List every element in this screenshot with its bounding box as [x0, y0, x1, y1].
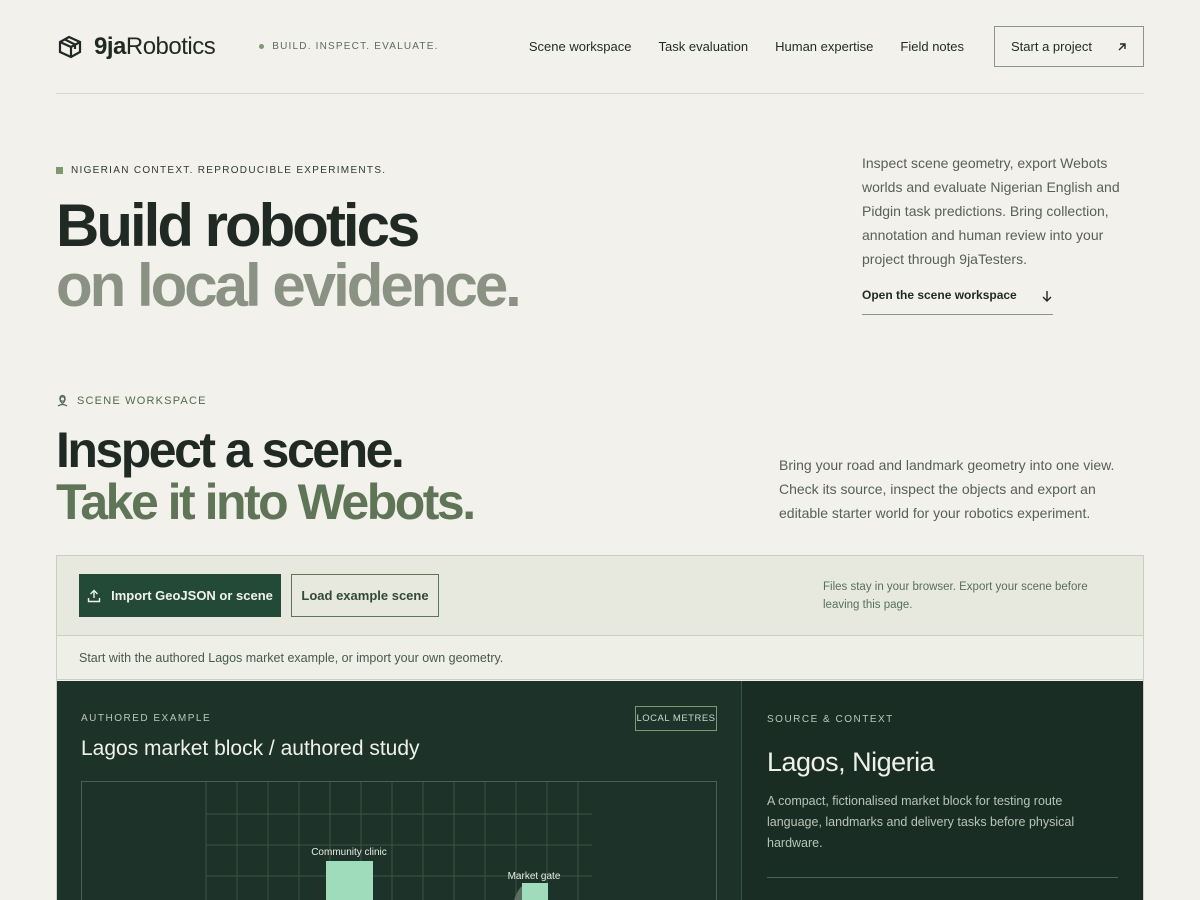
workspace-toolbar: Import GeoJSON or scene Load example sce… — [57, 556, 1143, 636]
workspace-info-bar: Start with the authored Lagos market exa… — [57, 636, 1143, 680]
brand-logo[interactable]: 9jaRobotics — [56, 32, 216, 61]
cube-logo-icon — [58, 35, 82, 58]
tagline-dot-icon — [259, 44, 265, 49]
load-example-scene-button[interactable]: Load example scene — [291, 574, 439, 617]
units-badge: LOCAL METRES — [635, 706, 717, 731]
arrow-down-icon — [1042, 291, 1052, 302]
start-project-button[interactable]: Start a project — [994, 26, 1144, 67]
browser-storage-note: Files stay in your browser. Export your … — [823, 580, 1088, 611]
hero-title: Build robotics on local evidence. — [56, 192, 522, 319]
source-context-panel: SOURCE & CONTEXT Lagos, Nigeria A compac… — [742, 681, 1143, 900]
scene-section-eyebrow: SCENE WORKSPACE — [56, 394, 207, 407]
hero-description: Inspect scene geometry, export Webots wo… — [862, 155, 1120, 267]
location-pin-icon — [57, 394, 68, 407]
main-nav: Scene workspace Task evaluation Human ex… — [529, 39, 964, 54]
scene-section-description: Bring your road and landmark geometry in… — [779, 457, 1115, 521]
arrow-up-right-icon — [1118, 42, 1126, 50]
context-eyebrow: SOURCE & CONTEXT — [767, 714, 894, 725]
scene-map-canvas: Community clinic Market gate — [205, 782, 592, 900]
brand-tagline: BUILD. INSPECT. EVALUATE. — [259, 41, 438, 52]
header-divider — [56, 93, 1144, 94]
context-title: Lagos, Nigeria — [767, 747, 935, 777]
market-gate-landmark[interactable] — [522, 883, 548, 900]
site-header: 9jaRobotics BUILD. INSPECT. EVALUATE. Sc… — [56, 26, 1144, 67]
scene-workspace-panel: Import GeoJSON or scene Load example sce… — [56, 555, 1144, 900]
scene-title: Lagos market block / authored study — [81, 737, 420, 760]
hero-eyebrow: NIGERIAN CONTEXT. REPRODUCIBLE EXPERIMEN… — [56, 165, 386, 176]
eyebrow-square-icon — [56, 167, 63, 174]
brand-name: 9jaRobotics — [94, 32, 216, 60]
scene-eyebrow: AUTHORED EXAMPLE — [81, 713, 212, 724]
nav-task-evaluation[interactable]: Task evaluation — [659, 39, 749, 54]
scene-section-title: Inspect a scene. Take it into Webots. — [56, 422, 476, 530]
import-geojson-button[interactable]: Import GeoJSON or scene — [79, 574, 281, 617]
context-divider — [767, 877, 1118, 878]
nav-field-notes[interactable]: Field notes — [900, 39, 964, 54]
nav-human-expertise[interactable]: Human expertise — [775, 39, 873, 54]
nav-scene-workspace[interactable]: Scene workspace — [529, 39, 632, 54]
market-gate-label: Market gate — [508, 871, 561, 882]
community-clinic-landmark[interactable] — [326, 861, 373, 900]
map-grid — [205, 782, 592, 900]
scene-viewer: AUTHORED EXAMPLE LOCAL METRES Lagos mark… — [57, 681, 1143, 900]
clinic-label: Community clinic — [311, 847, 387, 858]
open-scene-workspace-link[interactable]: Open the scene workspace — [862, 288, 1053, 315]
context-description: A compact, fictionalised market block fo… — [767, 794, 1075, 850]
scene-map[interactable]: Community clinic Market gate — [81, 781, 717, 900]
upload-icon — [87, 589, 101, 602]
scene-preview: AUTHORED EXAMPLE LOCAL METRES Lagos mark… — [57, 681, 742, 900]
